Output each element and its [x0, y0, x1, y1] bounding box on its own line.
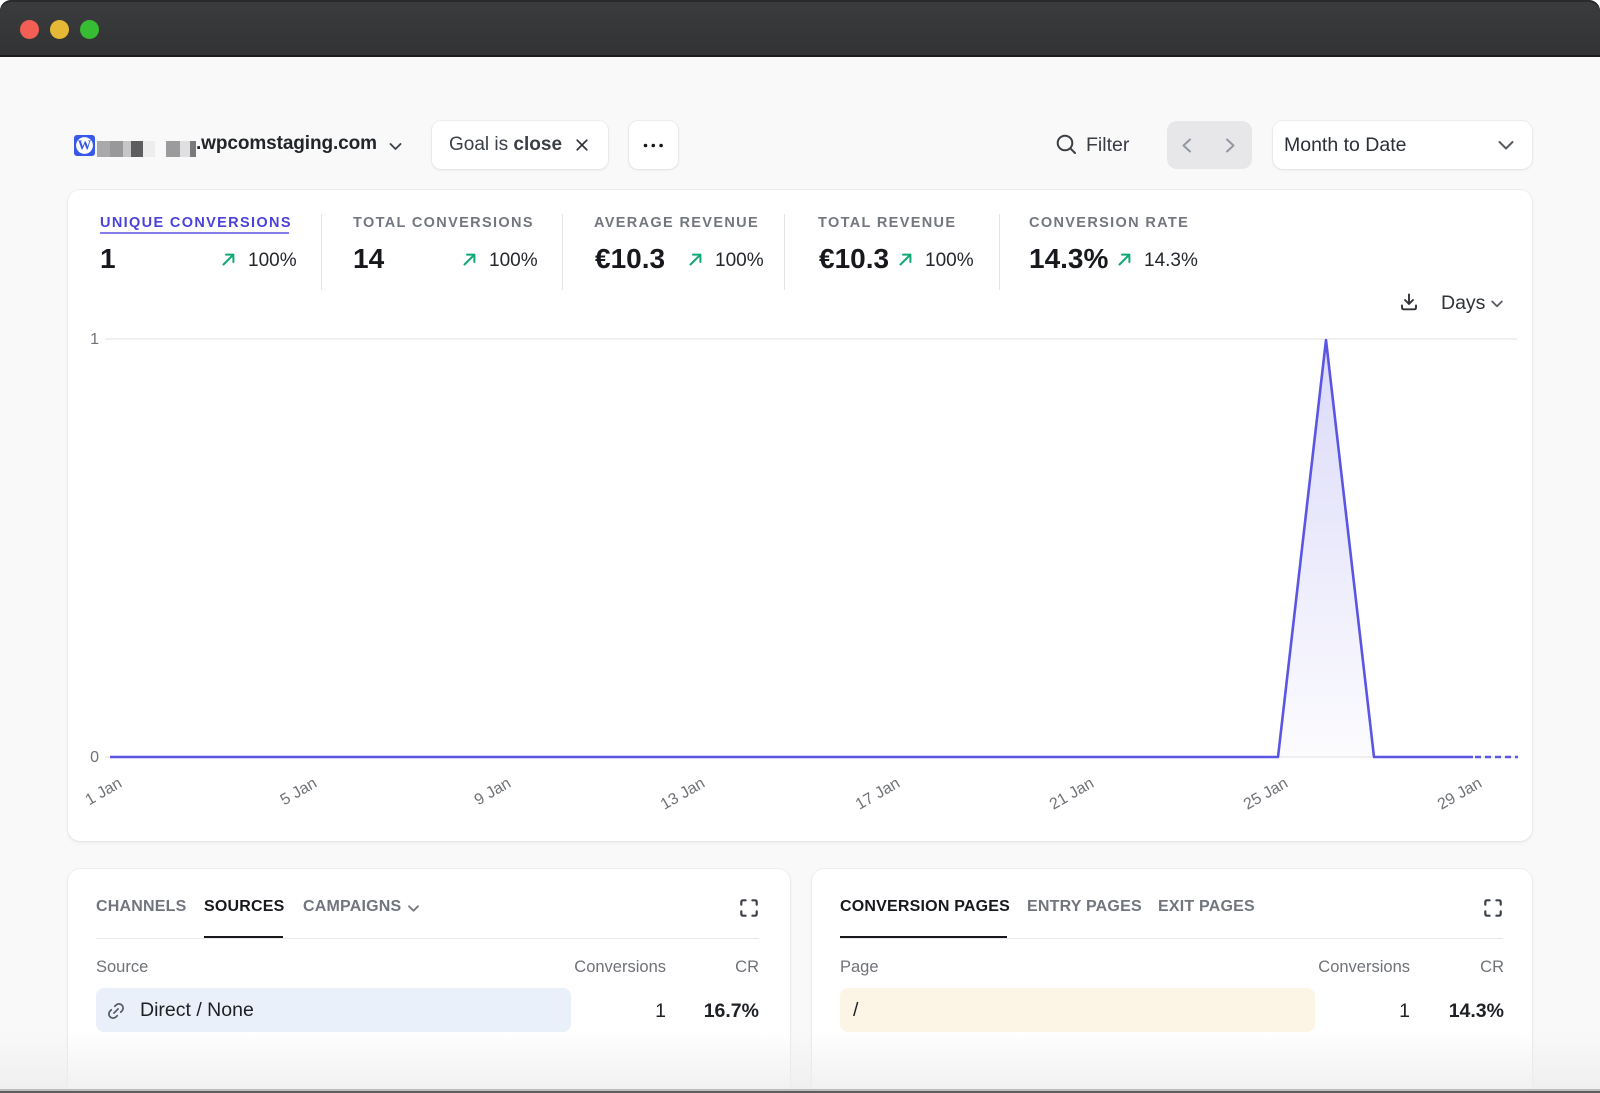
svg-text:21 Jan: 21 Jan [1047, 775, 1097, 814]
svg-text:5 Jan: 5 Jan [278, 775, 320, 809]
svg-text:1 Jan: 1 Jan [83, 775, 125, 809]
svg-text:9 Jan: 9 Jan [472, 775, 514, 809]
svg-text:13 Jan: 13 Jan [658, 775, 708, 814]
svg-text:17 Jan: 17 Jan [853, 775, 903, 814]
svg-text:29 Jan: 29 Jan [1435, 775, 1485, 814]
svg-text:1: 1 [90, 331, 99, 348]
svg-text:25 Jan: 25 Jan [1241, 775, 1291, 814]
svg-text:W: W [78, 138, 92, 153]
svg-text:0: 0 [90, 749, 99, 766]
